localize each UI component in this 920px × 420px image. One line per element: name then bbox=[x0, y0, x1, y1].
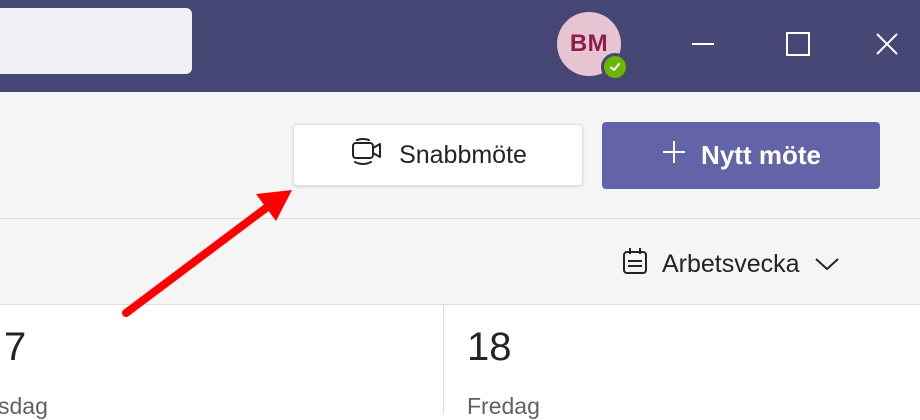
annotation-arrow bbox=[122, 190, 292, 317]
